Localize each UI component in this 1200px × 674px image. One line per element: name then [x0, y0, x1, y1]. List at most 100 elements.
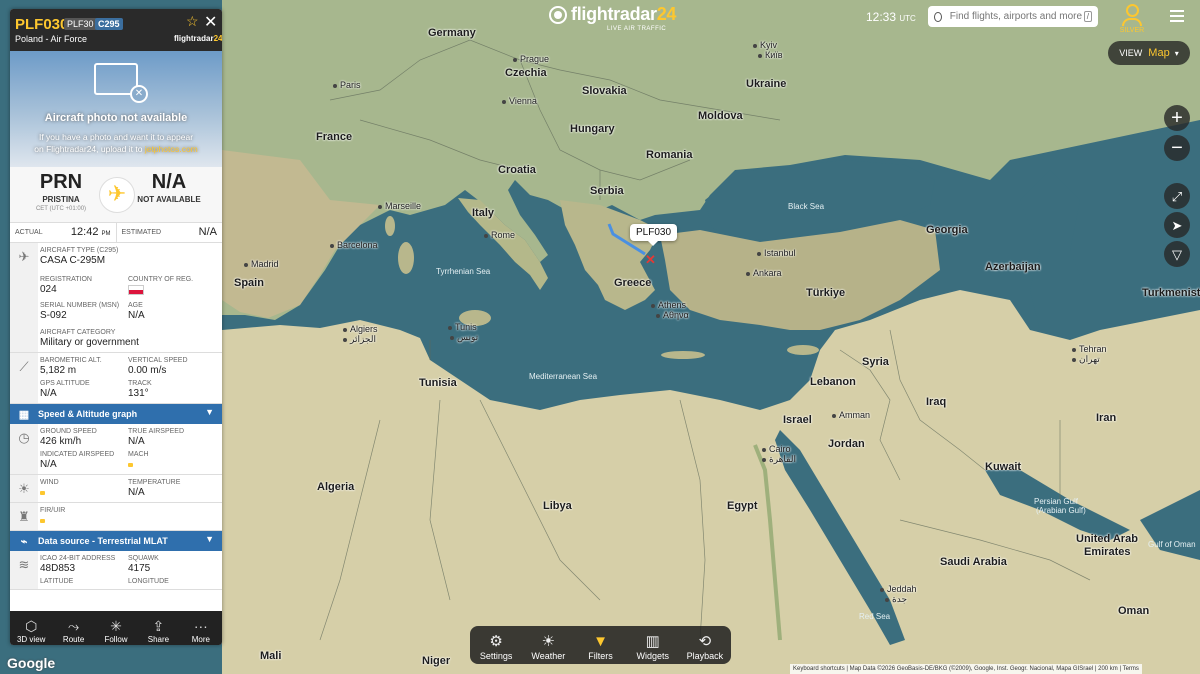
- country-label: Azerbaijan: [985, 261, 1041, 273]
- antenna-icon: ⌁: [20, 535, 28, 548]
- fullscreen-icon[interactable]: ⤢: [1164, 183, 1190, 209]
- follow-button[interactable]: ✳ Follow: [95, 611, 137, 645]
- country-label: Syria: [862, 356, 889, 368]
- city-label: Madrid: [244, 259, 279, 269]
- hamburger-menu-icon[interactable]: [1170, 10, 1184, 25]
- flight-callout[interactable]: PLF030: [630, 224, 678, 246]
- aircraft-marker-icon[interactable]: ✕: [645, 253, 656, 266]
- logo-text: flightradar: [571, 4, 657, 24]
- city-label: Ankara: [746, 268, 782, 278]
- actual-label: ACTUAL: [15, 229, 43, 236]
- poland-flag-icon: [128, 285, 144, 295]
- ground-speed-label: GROUND SPEED: [40, 428, 97, 435]
- share-button[interactable]: ⇪ Share: [137, 611, 179, 645]
- panel-brand: flightradar24: [174, 34, 222, 43]
- country-label: Algeria: [317, 481, 355, 493]
- speed-altitude-graph-toggle[interactable]: ▦ Speed & Altitude graph ▼: [10, 404, 222, 424]
- estimated-value: N/A: [198, 226, 217, 238]
- city-label: Tehran: [1072, 344, 1107, 354]
- action-label: 3D view: [16, 635, 46, 644]
- data-source-toggle[interactable]: ⌁ Data source - Terrestrial MLAT ▼: [10, 531, 222, 551]
- panel-header: PLF030 PLF30 C295 Poland - Air Force ☆ ✕…: [10, 9, 222, 51]
- search-box[interactable]: /: [928, 6, 1098, 27]
- country-label: Czechia: [505, 67, 547, 79]
- country-label: Türkiye: [806, 287, 846, 299]
- clock-zone: UTC: [899, 14, 916, 23]
- estimated-label: ESTIMATED: [121, 229, 162, 236]
- aircraft-type-tag: C295: [95, 18, 123, 30]
- map-attribution[interactable]: Keyboard shortcuts | Map Data ©2026 GeoB…: [790, 664, 1142, 674]
- country-label: Turkmenista: [1142, 287, 1200, 299]
- star-icon[interactable]: ☆: [186, 13, 199, 30]
- city-label: Istanbul: [757, 248, 796, 258]
- weather-button[interactable]: ☀ Weather: [522, 626, 574, 664]
- view-value: Map: [1148, 47, 1170, 59]
- country-label: Ukraine: [746, 78, 787, 90]
- city-label: Vienna: [502, 96, 537, 106]
- serial-label: SERIAL NUMBER (MSN): [40, 302, 120, 309]
- jetphotos-link[interactable]: jetphotos.com: [145, 144, 198, 154]
- filters-button[interactable]: ▼ Filters: [574, 626, 626, 664]
- origin-city: PRISTINA: [42, 195, 80, 204]
- country-label: Croatia: [498, 164, 536, 176]
- aircraft-section: ✈ AIRCRAFT TYPE (C295) CASA C-295M REGIST…: [10, 243, 222, 353]
- country-label: Iraq: [926, 396, 947, 408]
- toolbar-label: Filters: [588, 651, 613, 661]
- photo-text-line1: If you have a photo and want it to appea…: [38, 132, 194, 142]
- zoom-in-button[interactable]: +: [1164, 105, 1190, 131]
- origin-airport[interactable]: PRN PRISTINA CET (UTC +01:00): [16, 171, 106, 212]
- origin-code: PRN: [39, 171, 83, 193]
- close-icon[interactable]: ✕: [204, 12, 217, 32]
- altitude-section: ⟋ BAROMETRIC ALT. 5,182 m VERTICAL SPEED 0…: [10, 353, 222, 404]
- view-toggle-button[interactable]: VIEW Map ▾: [1108, 41, 1190, 65]
- sea-label: Mediterranean Sea: [529, 372, 598, 381]
- zoom-out-button[interactable]: −: [1164, 135, 1190, 161]
- action-label: Follow: [104, 635, 128, 644]
- sea-label: Persian Gulf: [1034, 497, 1079, 506]
- playback-button[interactable]: ⟲ Playback: [679, 626, 731, 664]
- aircraft-type-label: AIRCRAFT TYPE (C295): [40, 247, 119, 254]
- destination-code: N/A: [151, 171, 187, 193]
- gear-icon: ⚙: [489, 633, 503, 650]
- registration[interactable]: 024: [40, 284, 128, 295]
- city-label: تهران: [1072, 354, 1100, 365]
- widgets-icon: ▥: [645, 633, 660, 650]
- country-label: Hungary: [570, 123, 615, 135]
- city-label: Rome: [484, 230, 515, 240]
- true-airspeed: N/A: [128, 436, 145, 447]
- country-label: France: [316, 131, 353, 143]
- widgets-button[interactable]: ▥ Widgets: [627, 626, 679, 664]
- sea-label: Gulf of Oman: [1148, 540, 1196, 549]
- country-label: Lebanon: [810, 376, 856, 388]
- filter-icon: ▼: [593, 633, 608, 650]
- settings-button[interactable]: ⚙ Settings: [470, 626, 522, 664]
- longitude-label: LONGITUDE: [128, 578, 169, 585]
- baro-altitude: 5,182 m: [40, 365, 77, 376]
- locate-icon[interactable]: ➤: [1164, 212, 1190, 238]
- icao-label: ICAO 24-BIT ADDRESS: [40, 555, 116, 562]
- true-airspeed-label: TRUE AIRSPEED: [128, 428, 185, 435]
- country-label: Italy: [472, 207, 495, 219]
- toolbar-label: Weather: [531, 651, 566, 661]
- country-label: Spain: [234, 277, 264, 289]
- filter-icon[interactable]: ▽: [1164, 241, 1190, 267]
- fir-section: ♜ FIR/UIR: [10, 503, 222, 531]
- gps-altitude: N/A: [40, 388, 57, 399]
- user-account-button[interactable]: SILVER: [1118, 4, 1146, 34]
- lock-icon: [128, 463, 133, 467]
- mach-label: MACH: [128, 451, 149, 458]
- graph-icon: ▦: [18, 408, 30, 421]
- registration-label: REGISTRATION: [40, 276, 92, 283]
- 3d-view-button[interactable]: ⬡ 3D view: [10, 611, 52, 645]
- category-label: AIRCRAFT CATEGORY: [40, 329, 116, 336]
- track-label: TRACK: [128, 380, 152, 387]
- toolbar-label: Widgets: [636, 651, 669, 661]
- more-button[interactable]: ··· More: [180, 611, 222, 645]
- route-button[interactable]: ⤳ Route: [52, 611, 94, 645]
- ground-speed: 426 km/h: [40, 436, 82, 447]
- city-label: Algiers: [343, 324, 378, 334]
- search-input[interactable]: [947, 10, 1084, 23]
- city-label: جدة: [885, 594, 907, 605]
- flightradar-logo[interactable]: flightradar24 LIVE AIR TRAFFIC: [549, 4, 676, 32]
- indicated-airspeed: N/A: [40, 459, 57, 470]
